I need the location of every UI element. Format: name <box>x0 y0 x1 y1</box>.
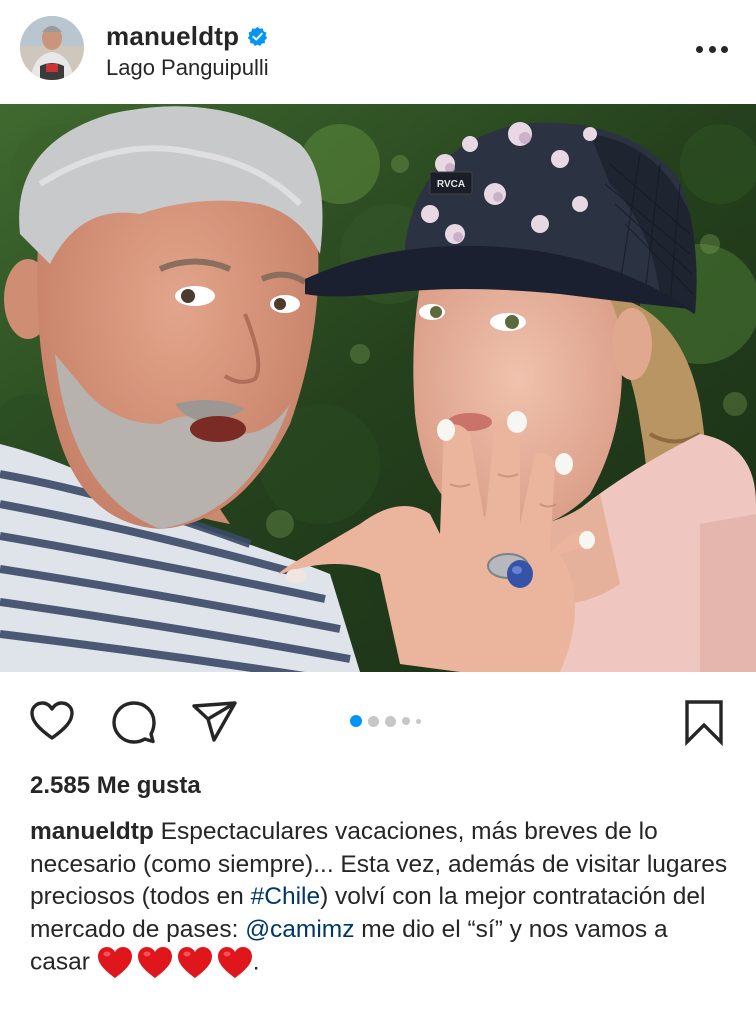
more-options-icon[interactable] <box>696 38 728 60</box>
post-header: manueldtp Lago Panguipulli <box>0 0 756 104</box>
bookmark-icon[interactable] <box>680 698 728 747</box>
more-dot <box>696 45 703 53</box>
more-dot <box>721 45 728 53</box>
red-heart-icon <box>177 947 212 978</box>
more-dot <box>708 45 716 53</box>
comment-icon[interactable] <box>110 698 158 746</box>
carousel-dot[interactable] <box>402 717 410 725</box>
cap-logo-text: RVCA <box>437 179 465 190</box>
red-heart-icon <box>97 947 132 978</box>
carousel-dot-active[interactable] <box>350 715 362 727</box>
carousel-indicator <box>350 715 421 727</box>
heart-emojis <box>97 946 253 980</box>
action-bar <box>0 672 756 772</box>
red-heart-icon <box>217 947 252 978</box>
carousel-dot[interactable] <box>416 718 421 724</box>
post-photo[interactable]: RVCA <box>0 104 756 672</box>
post-caption: manueldtp Espectaculares vacaciones, más… <box>30 816 730 980</box>
carousel-dot[interactable] <box>385 715 396 727</box>
heart-icon[interactable] <box>28 698 76 746</box>
red-heart-icon <box>137 947 172 978</box>
avatar[interactable] <box>20 16 84 80</box>
share-icon[interactable] <box>190 698 238 746</box>
caption-end: . <box>252 948 260 976</box>
username-row: manueldtp <box>106 20 268 52</box>
mention-link[interactable]: @camimz <box>245 916 354 943</box>
likes-count[interactable]: 2.585 Me gusta <box>30 772 201 800</box>
username[interactable]: manueldtp <box>106 21 239 52</box>
caption-username[interactable]: manueldtp <box>30 818 154 845</box>
post-location[interactable]: Lago Panguipulli <box>106 55 269 81</box>
hashtag-link[interactable]: #Chile <box>251 883 320 910</box>
carousel-dot[interactable] <box>368 715 379 727</box>
verified-badge-icon <box>247 26 268 47</box>
